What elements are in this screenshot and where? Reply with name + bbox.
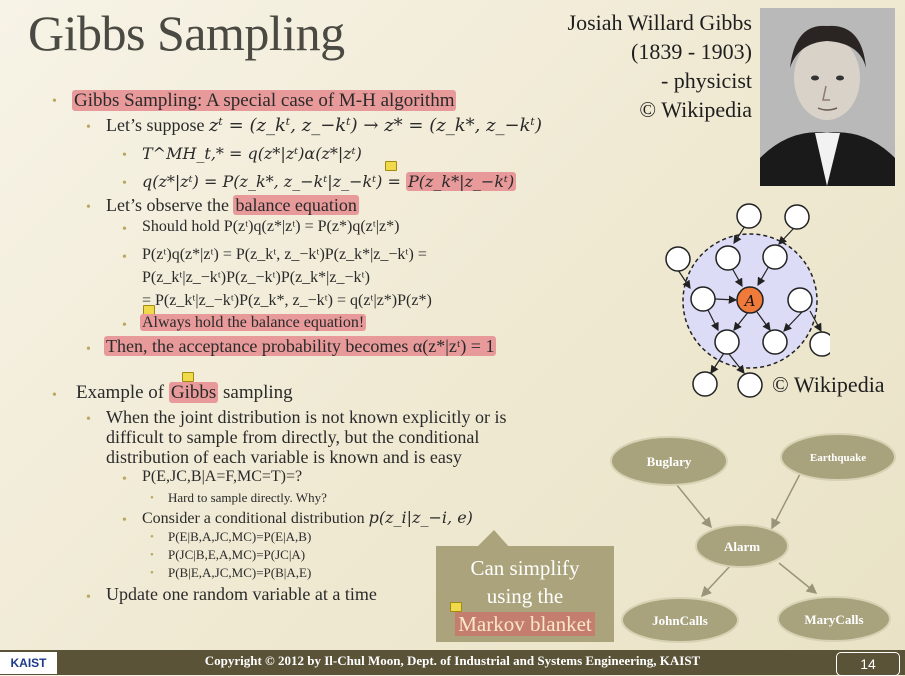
graph-node: [737, 372, 763, 398]
bullet-example-gibbs: Example of Gibbs sampling: [76, 382, 293, 403]
footer-bar: Copyright © 2012 by Il-Chul Moon, Dept. …: [0, 650, 905, 675]
bullet-dot: •: [122, 318, 127, 333]
node-label-marycalls: MaryCalls: [804, 612, 863, 627]
bullet-dot: •: [86, 412, 91, 427]
bullet-dot: •: [122, 513, 127, 528]
cond-eq-e: P(E|B,A,JC,MC)=P(E|A,B): [168, 529, 312, 544]
derivation-line-3: = P(z_kᵗ|z_−kᵗ)P(z_k*, z_−kᵗ) = q(zᵗ|z*)…: [142, 292, 432, 309]
bullet-dot: •: [86, 342, 91, 357]
derivation-line-1: P(zᵗ)q(z*|zᵗ) = P(z_kᵗ, z_−kᵗ)P(z_k*|z_−…: [142, 246, 427, 263]
bullet-dot: •: [150, 492, 154, 504]
bullet-dot: •: [86, 120, 91, 135]
bullet-balance-equation: Let’s observe the balance equation: [106, 195, 359, 215]
bullet-dot: •: [122, 222, 127, 237]
bullet-dot: •: [150, 549, 154, 561]
bullet-dot: •: [122, 250, 127, 265]
transition-kernel-eq: T^MH_t,* = q(z*|zᵗ)α(z*|zᵗ): [142, 144, 362, 163]
bullet-dot: •: [86, 590, 91, 605]
node-label-earthquake: Earthquake: [810, 452, 866, 464]
graph-node: [715, 245, 741, 271]
proposal-eq: q(z*|zᵗ) = P(z_k*, z_−kᵗ|z_−kᵗ) = P(z_k*…: [142, 172, 517, 191]
markov-blanket-callout: Can simplify using the Markov blanket: [436, 546, 614, 642]
graph-node: [690, 286, 716, 312]
gibbs-portrait: [760, 8, 895, 186]
comment-note-icon[interactable]: [385, 161, 397, 171]
bullet-dot: •: [52, 94, 57, 109]
bullet-let-suppose: Let’s suppose zᵗ = (z_kᵗ, z_−kᵗ) → z* = …: [106, 115, 542, 136]
graph-node: [809, 331, 830, 357]
cond-eq-jc: P(JC|B,E,A,MC)=P(JC|A): [168, 547, 306, 562]
graph-node: [762, 244, 788, 270]
bullet-dot: •: [150, 531, 154, 543]
bullet-dot: •: [122, 472, 127, 487]
joint-dist-line-3: distribution of each variable is known a…: [106, 447, 462, 467]
comment-note-icon[interactable]: [450, 602, 462, 612]
node-label-alarm: Alarm: [724, 539, 760, 554]
bullet-dot: •: [122, 176, 127, 191]
bullet-dot: •: [122, 148, 127, 163]
kaist-logo: KAIST: [0, 652, 57, 674]
bullet-dot: •: [52, 388, 57, 403]
conditional-dist: Consider a conditional distribution p(z_…: [142, 508, 473, 527]
cond-eq-b: P(B|E,A,JC,MC)=P(B|A,E): [168, 565, 312, 580]
joint-dist-line-1: When the joint distribution is not known…: [106, 407, 507, 427]
always-hold: Always hold the balance equation!: [140, 314, 367, 331]
graph-node: [762, 329, 788, 355]
bullet-dot: •: [150, 567, 154, 579]
node-label-johncalls: JohnCalls: [652, 613, 708, 628]
update-one-variable: Update one random variable at a time: [106, 584, 377, 604]
bayes-net-diagram: Buglary Earthquake Alarm JohnCalls MaryC…: [610, 433, 896, 643]
graph-node: [665, 246, 691, 272]
graph-node: [787, 287, 813, 313]
bullet-dot: •: [86, 200, 91, 215]
node-label-buglary: Buglary: [647, 454, 692, 469]
joint-dist-line-2: difficult to sample from directly, but t…: [106, 427, 480, 447]
diagram-credit: © Wikipedia: [772, 372, 885, 397]
comment-note-icon[interactable]: [182, 372, 194, 382]
bullet-gibbs-special-case: Gibbs Sampling: A special case of M-H al…: [72, 90, 457, 111]
derivation-line-2: P(z_kᵗ|z_−kᵗ)P(z_−kᵗ)P(z_k*|z_−kᵗ): [142, 269, 370, 286]
graph-node: [714, 329, 740, 355]
graph-node: [736, 203, 762, 229]
query-eq: P(E,JC,B|A=F,MC=T)=?: [142, 468, 303, 485]
page-number: 14: [836, 652, 900, 676]
hard-to-sample: Hard to sample directly. Why?: [168, 490, 327, 505]
graph-node: [692, 371, 718, 397]
callout-pointer: [476, 530, 510, 548]
graph-node: [784, 204, 810, 230]
footer-copyright: Copyright © 2012 by Il-Chul Moon, Dept. …: [204, 653, 701, 668]
bullet-acceptance-probability: Then, the acceptance probability becomes…: [104, 336, 497, 356]
should-hold-eq: Should hold P(zᵗ)q(z*|zᵗ) = P(z*)q(zᵗ|z*…: [142, 218, 400, 235]
center-node-label: A: [743, 292, 756, 310]
slide-body: • Gibbs Sampling: A special case of M-H …: [0, 0, 620, 620]
